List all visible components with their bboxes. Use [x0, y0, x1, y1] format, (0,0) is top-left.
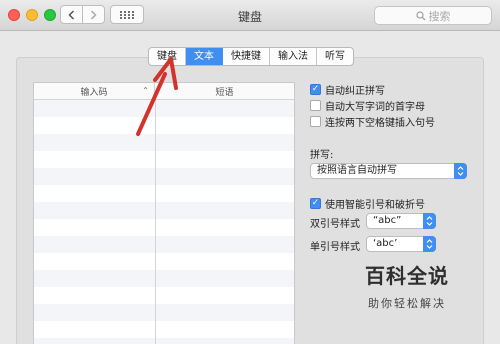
spelling-popup[interactable]: 按照语言自动拼写 [310, 163, 467, 179]
single-quote-style-popup[interactable]: ‘abc’ [366, 236, 436, 252]
table-row[interactable] [34, 202, 294, 219]
table-row[interactable] [34, 287, 294, 304]
search-placeholder: 搜索 [428, 9, 451, 23]
tab-shortcuts[interactable]: 快捷键 [223, 48, 270, 65]
auto-correct-checkbox[interactable]: ✓ [310, 83, 321, 95]
table-row[interactable] [34, 168, 294, 185]
double-space-period-option[interactable]: 连按两下空格键插入句号 [310, 114, 435, 129]
double-space-period-label: 连按两下空格键插入句号 [325, 117, 435, 129]
table-row[interactable] [34, 219, 294, 236]
auto-correct-label: 自动纠正拼写 [325, 85, 385, 97]
auto-capitalize-checkbox[interactable] [310, 99, 321, 111]
table-row[interactable] [34, 338, 294, 344]
double-quote-style-value: “abc” [373, 215, 402, 226]
column-header-input-label: 输入码 [80, 88, 108, 98]
auto-capitalize-option[interactable]: 自动大写字词的首字母 [310, 98, 425, 113]
search-field[interactable]: 搜索 [374, 6, 492, 25]
tab-text[interactable]: 文本 [186, 48, 223, 65]
popup-stepper-icon [454, 163, 467, 179]
annotation-arrow-icon [136, 57, 178, 136]
table-row[interactable] [34, 185, 294, 202]
popup-stepper-icon [423, 213, 436, 229]
table-row[interactable] [34, 151, 294, 168]
smart-quotes-label: 使用智能引号和破折号 [325, 199, 425, 211]
auto-correct-option[interactable]: ✓ 自动纠正拼写 [310, 82, 385, 97]
smart-quotes-checkbox[interactable]: ✓ [310, 197, 321, 209]
table-row[interactable] [34, 236, 294, 253]
popup-stepper-icon [423, 236, 436, 252]
auto-capitalize-label: 自动大写字词的首字母 [325, 101, 425, 113]
table-row[interactable] [34, 270, 294, 287]
tab-input-sources[interactable]: 输入法 [270, 48, 317, 65]
table-row[interactable] [34, 253, 294, 270]
single-quote-style-value: ‘abc’ [373, 238, 398, 249]
watermark-subtitle: 助你轻松解决 [368, 297, 446, 310]
smart-quotes-option[interactable]: ✓ 使用智能引号和破折号 [310, 196, 425, 211]
watermark-title: 百科全说 [365, 264, 449, 288]
table-row[interactable] [34, 321, 294, 338]
double-space-period-checkbox[interactable] [310, 115, 321, 127]
spelling-label: 拼写: [310, 150, 334, 161]
watermark-logo: 百科全说 助你轻松解决 [348, 263, 466, 323]
double-quote-style-popup[interactable]: “abc” [366, 213, 436, 229]
column-header-phrase-label: 短语 [215, 88, 234, 98]
single-quote-style-label: 单引号样式 [310, 242, 360, 253]
search-icon [415, 10, 425, 20]
tab-dictation[interactable]: 听写 [317, 48, 353, 65]
spelling-popup-value: 按照语言自动拼写 [317, 165, 397, 176]
window-titlebar: 键盘 搜索 [0, 0, 500, 31]
table-row[interactable] [34, 304, 294, 321]
double-quote-style-label: 双引号样式 [310, 219, 360, 230]
